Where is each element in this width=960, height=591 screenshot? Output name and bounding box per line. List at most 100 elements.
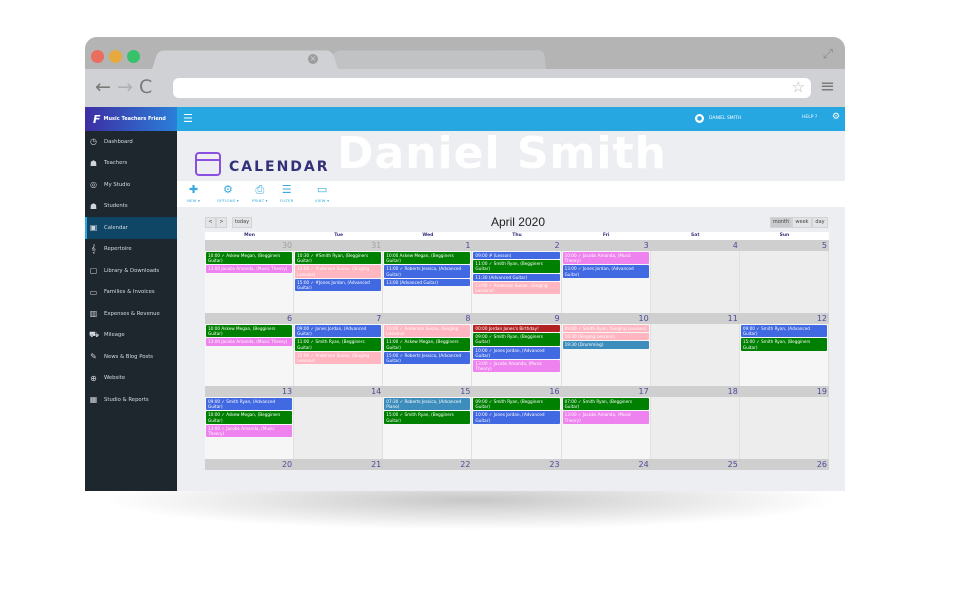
day-number[interactable]: 9 — [472, 313, 561, 324]
day-cell[interactable]: 09:00 ✓ Smith Ryan, (Advanced Guitar) 15:… — [739, 324, 829, 386]
calendar-event[interactable]: 10:00 ✓ Jones Jordan, (Advanced Guitar) — [473, 411, 560, 424]
sidebar-item-students[interactable]: ☗ Students — [85, 196, 177, 218]
toolbar-options-button[interactable]: ⚙ OPTIONS ▾ — [217, 184, 239, 204]
calendar-event[interactable]: 11:00 ✓ Smith Ryan, (Begginers Guitar) — [473, 260, 560, 273]
calendar-event[interactable]: 19:30 (Drumming) — [562, 341, 649, 349]
brand[interactable]: F Music Teachers Friend — [85, 107, 177, 131]
day-cell[interactable]: 07:00 ✓ Smith Ryan, (Begginers Guitar) 13… — [561, 397, 651, 459]
day-cell[interactable]: 00:00 Jordan Jones's Birthday! 09:00 ✓ Sm… — [472, 324, 562, 386]
tab-close-icon[interactable]: × — [308, 54, 318, 64]
calendar-event[interactable]: 15:00 ✓ Smith Ryan, (Begginers Guitar) — [740, 338, 827, 351]
maximize-window-button[interactable] — [127, 50, 140, 63]
day-number[interactable]: 17 — [562, 386, 651, 397]
day-number[interactable]: 8 — [383, 313, 472, 324]
calendar-event[interactable]: 13:00 Jacobs Amanda, (Music Theory) — [206, 338, 293, 346]
calendar-event[interactable]: 10:00 ✓ Askew Megan, (Begginers Guitar) — [206, 411, 293, 424]
minimize-window-button[interactable] — [109, 50, 122, 63]
calendar-event[interactable]: 13:00 ✓ Jacobs Amanda, (Music Theory) — [473, 360, 560, 373]
day-number[interactable]: 1 — [383, 240, 472, 251]
day-number[interactable]: 21 — [294, 459, 383, 470]
day-cell[interactable] — [294, 397, 384, 459]
calendar-event[interactable]: 11:00 ✓ Roberts Jessica, (Advanced Guita… — [384, 265, 471, 278]
day-number[interactable]: 22 — [383, 459, 472, 470]
day-number[interactable]: 6 — [205, 313, 294, 324]
day-number[interactable]: 19 — [740, 386, 829, 397]
calendar-event[interactable]: 09:00 ✓ Smith Ryan, (Advanced Guitar) — [206, 398, 293, 411]
sidebar-item-mileage[interactable]: ⛟ Mileage — [85, 325, 177, 347]
calendar-event[interactable]: 09:00 ✓ Smith Ryan, (Begginers Guitar) — [473, 398, 560, 411]
calendar-event[interactable]: 16:30 (Singing Lessons) — [562, 333, 649, 341]
hamburger-menu-icon[interactable]: ☰ — [183, 112, 193, 125]
day-cell[interactable] — [650, 324, 740, 386]
day-cell[interactable]: 07:30 ✓ Roberts Jessica, (Advanced Piano… — [383, 397, 473, 459]
day-number[interactable]: 24 — [562, 459, 651, 470]
sidebar-item-studio-reports[interactable]: ▦ Studio & Reports — [85, 389, 177, 411]
calendar-event[interactable]: 11:00 ✓ Smith Ryan, (Begginers Guitar) — [295, 338, 382, 351]
day-number[interactable]: 15 — [383, 386, 472, 397]
day-number[interactable]: 10 — [562, 313, 651, 324]
day-number[interactable]: 26 — [740, 459, 829, 470]
day-cell[interactable]: 10:30 ✓ #Smith Ryan, (Begginers Guitar) 1… — [294, 251, 384, 313]
day-cell[interactable]: 10:00 Askew Megan, (Begginers Guitar) 13:… — [205, 324, 295, 386]
toolbar-filter-button[interactable]: ☰ FILTER — [280, 184, 293, 204]
sidebar-item-library-downloads[interactable]: ▢ Library & Downloads — [85, 260, 177, 282]
calendar-event[interactable]: 13:00 ✓ Jacobs Amanda, (Music Theory) — [206, 424, 293, 438]
day-cell[interactable]: 09:00 # (Lesson) 11:00 ✓ Smith Ryan, (Beg… — [472, 251, 562, 313]
view-month-button[interactable]: month — [770, 217, 792, 228]
calendar-event[interactable]: 10:00 ✓ Askew Megan, (Begginers Guitar) — [206, 252, 293, 265]
calendar-event[interactable]: 15:00 ✓ #Jones Jordan, (Advanced Guitar) — [295, 278, 382, 292]
browser-tab-3[interactable] — [494, 50, 546, 71]
calendar-event[interactable]: 11:00 ✓ Askew Megan, (Begginers Guitar) — [384, 338, 471, 351]
close-window-button[interactable] — [91, 50, 104, 63]
day-number[interactable]: 7 — [294, 313, 383, 324]
sidebar-item-expenses-revenue[interactable]: ▥ Expenses & Revenue — [85, 303, 177, 325]
calendar-event[interactable]: 10:00 ✓ Jacobs Amanda, (Music Theory) — [562, 252, 649, 265]
calendar-event[interactable]: 10:00 Askew Megan, (Begginers Guitar) — [384, 252, 471, 265]
settings-gear-icon[interactable]: ⚙ — [832, 112, 840, 122]
day-cell[interactable]: 09:00 ✓ Smith Ryan, (Advanced Guitar) 10:… — [205, 397, 295, 459]
bookmark-star-icon[interactable]: ☆ — [792, 78, 805, 96]
calendar-event[interactable]: 13:00 ✓ Jones Jordan, (Advanced Guitar) — [562, 265, 649, 278]
calendar-event[interactable]: 13:00 Jacobs Amanda, (Music Theory) — [206, 265, 293, 273]
help-link[interactable]: HELP ? — [802, 115, 817, 120]
calendar-event[interactable]: 13:00 (Advanced Guitar) — [384, 278, 471, 287]
day-number[interactable]: 23 — [472, 459, 561, 470]
calendar-event[interactable]: 10:00 ✓ Anderson Susan, (Singing Lessons… — [384, 325, 471, 338]
sidebar-item-calendar[interactable]: ▣ Calendar — [85, 217, 177, 239]
day-number[interactable]: 16 — [472, 386, 561, 397]
toolbar-print-button[interactable]: ⎙ PRINT ▾ — [252, 184, 268, 204]
calendar-event[interactable]: 13:00 ✓ Anderson Susan, (Singing Lessons… — [295, 265, 382, 278]
day-cell[interactable]: 10:00 ✓ Jacobs Amanda, (Music Theory) 13:… — [561, 251, 651, 313]
day-cell[interactable] — [650, 397, 740, 459]
day-cell[interactable] — [739, 251, 829, 313]
day-cell[interactable]: 10:00 ✓ Anderson Susan, (Singing Lessons… — [383, 324, 473, 386]
calendar-event[interactable]: 11:30 (Advanced Guitar) — [473, 273, 560, 281]
day-number[interactable]: 3 — [562, 240, 651, 251]
calendar-event[interactable]: 09:00 # (Lesson) — [473, 252, 560, 260]
day-number[interactable]: 4 — [651, 240, 740, 251]
address-bar[interactable]: ☆ — [173, 78, 811, 98]
toolbar-new-button[interactable]: ✚ NEW ▾ — [187, 184, 200, 204]
forward-button[interactable]: → — [117, 77, 133, 97]
day-cell[interactable]: 10:00 Askew Megan, (Begginers Guitar) 11:… — [383, 251, 473, 313]
view-day-button[interactable]: day — [812, 217, 828, 228]
browser-menu-icon[interactable]: ≡ — [820, 76, 835, 97]
view-week-button[interactable]: week — [792, 217, 812, 228]
calendar-event[interactable]: 15:00 ✓ Smith Ryan, (Begginers Guitar) — [384, 411, 471, 424]
toolbar-view-button[interactable]: ▭ VIEW ▾ — [315, 184, 329, 204]
calendar-event[interactable]: 15:00 ✓ Anderson Susan, (Singing Lessons… — [295, 351, 382, 365]
day-cell[interactable]: 09:00 ✓ Smith Ryan, (Begginers Guitar) 10… — [472, 397, 562, 459]
day-number[interactable]: 12 — [740, 313, 829, 324]
day-cell[interactable]: 10:00 ✓ Askew Megan, (Begginers Guitar) 1… — [205, 251, 295, 313]
day-number[interactable]: 14 — [294, 386, 383, 397]
calendar-event[interactable]: 10:00 ✓ Jones Jordan, (Advanced Guitar) — [473, 346, 560, 360]
sidebar-item-teachers[interactable]: ☗ Teachers — [85, 153, 177, 175]
day-number[interactable]: 11 — [651, 313, 740, 324]
day-cell[interactable] — [739, 397, 829, 459]
day-number[interactable]: 18 — [651, 386, 740, 397]
calendar-event[interactable]: 09:00 ✓ Smith Ryan, (Begginers Guitar) — [473, 333, 560, 346]
sidebar-item-news-blog-posts[interactable]: ✎ News & Blog Posts — [85, 346, 177, 368]
calendar-event[interactable]: 10:00 Askew Megan, (Begginers Guitar) — [206, 325, 293, 338]
day-number[interactable]: 30 — [205, 240, 294, 251]
day-number[interactable]: 31 — [294, 240, 383, 251]
